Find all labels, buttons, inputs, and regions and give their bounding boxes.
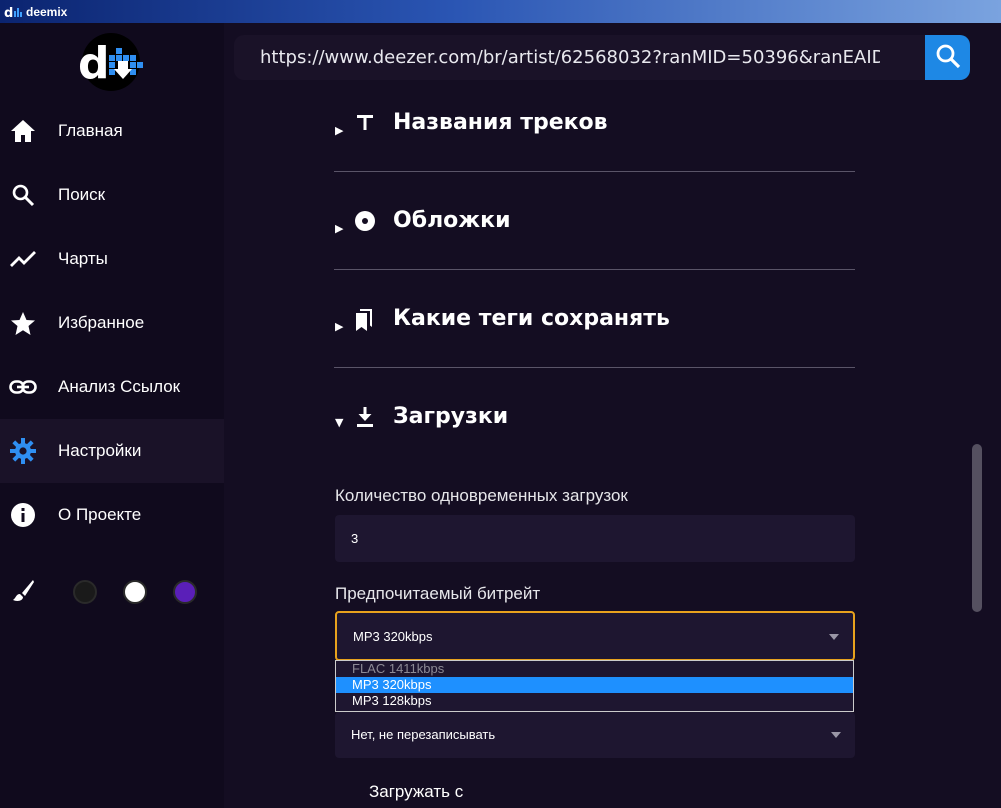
overwrite-select[interactable]: Нет, не перезаписывать <box>335 712 855 758</box>
search-icon <box>9 181 37 209</box>
section-title: Загрузки <box>393 404 509 429</box>
sidebar-item-label: Главная <box>58 121 123 140</box>
theme-light-swatch[interactable] <box>123 580 147 604</box>
section-tags[interactable]: ▶ Какие теги сохранять <box>334 270 855 368</box>
page-scrollbar[interactable] <box>971 23 983 808</box>
chevron-down-icon <box>831 732 841 738</box>
deemix-logo-icon[interactable]: d <box>78 33 144 91</box>
download-fallback-text: Загружать с базой <box>369 782 464 808</box>
trending-icon <box>9 245 37 273</box>
section-title: Названия треков <box>393 110 608 135</box>
window-title: deemix <box>26 4 68 19</box>
disc-icon <box>354 210 376 232</box>
sidebar: d Главная Поиск Чарты Избранное Анализ С… <box>0 23 224 808</box>
bitrate-option-mp3-320[interactable]: MP3 320kbps <box>336 677 853 693</box>
concurrent-downloads-input[interactable]: 3 <box>335 515 855 562</box>
svg-text:d: d <box>4 6 13 19</box>
sidebar-item-search[interactable]: Поиск <box>0 163 224 227</box>
bitrate-dropdown-list: FLAC 1411kbps MP3 320kbps MP3 128kbps <box>335 660 854 712</box>
chevron-down-icon <box>829 634 839 640</box>
svg-text:d: d <box>78 38 110 89</box>
sidebar-item-settings[interactable]: Настройки <box>0 419 224 483</box>
scrollbar-thumb[interactable] <box>972 444 982 612</box>
concurrent-downloads-value: 3 <box>351 531 359 546</box>
home-icon <box>9 117 37 145</box>
collapsed-caret-icon: ▶ <box>335 320 344 333</box>
expanded-caret-icon: ▼ <box>335 416 344 429</box>
sidebar-item-label: О Проекте <box>58 505 142 524</box>
sidebar-item-label: Избранное <box>58 313 145 332</box>
search-button[interactable] <box>925 35 970 80</box>
bitrate-select[interactable]: MP3 320kbps <box>335 611 855 661</box>
bookmarks-icon <box>354 308 376 331</box>
download-fallback-label[interactable]: Загружать с базой <box>369 780 463 808</box>
theme-purple-swatch[interactable] <box>173 580 197 604</box>
sidebar-item-charts[interactable]: Чарты <box>0 227 224 291</box>
sidebar-item-label: Настройки <box>58 441 142 460</box>
section-title: Какие теги сохранять <box>393 306 670 331</box>
sidebar-item-link-analyzer[interactable]: Анализ Ссылок <box>0 355 224 419</box>
search-icon <box>935 43 961 73</box>
star-icon <box>9 309 37 337</box>
sidebar-item-home[interactable]: Главная <box>0 99 224 163</box>
concurrent-downloads-label: Количество одновременных загрузок <box>335 486 628 505</box>
bitrate-option-mp3-128[interactable]: MP3 128kbps <box>336 693 853 709</box>
section-covers[interactable]: ▶ Обложки <box>334 172 855 270</box>
search-input[interactable]: https://www.deezer.com/br/artist/6256803… <box>260 47 880 68</box>
collapsed-caret-icon: ▶ <box>335 222 344 235</box>
sidebar-item-label: Чарты <box>58 249 108 268</box>
window-titlebar: d deemix <box>0 0 1001 23</box>
sidebar-item-label: Поиск <box>58 185 106 204</box>
theme-dark-swatch[interactable] <box>73 580 97 604</box>
section-downloads[interactable]: ▼ Загрузки <box>334 368 855 448</box>
collapsed-caret-icon: ▶ <box>335 124 344 137</box>
bitrate-option-flac: FLAC 1411kbps <box>352 661 445 676</box>
overwrite-selected-value: Нет, не перезаписывать <box>351 727 496 742</box>
info-icon <box>9 501 37 529</box>
link-icon <box>9 373 37 401</box>
download-icon <box>354 406 376 428</box>
app-logo-icon: d <box>4 5 22 19</box>
sidebar-item-label: Анализ Ссылок <box>58 377 181 396</box>
section-title: Обложки <box>393 208 511 233</box>
gear-icon <box>9 437 37 465</box>
sidebar-item-about[interactable]: О Проекте <box>0 483 224 547</box>
section-track-titles[interactable]: ▶ Названия треков <box>334 74 855 172</box>
text-icon <box>354 112 376 134</box>
paintbrush-icon <box>11 579 35 607</box>
sidebar-item-favorites[interactable]: Избранное <box>0 291 224 355</box>
bitrate-selected-value: MP3 320kbps <box>353 629 433 644</box>
theme-selector <box>0 572 224 612</box>
bitrate-label: Предпочитаемый битрейт <box>335 584 541 603</box>
